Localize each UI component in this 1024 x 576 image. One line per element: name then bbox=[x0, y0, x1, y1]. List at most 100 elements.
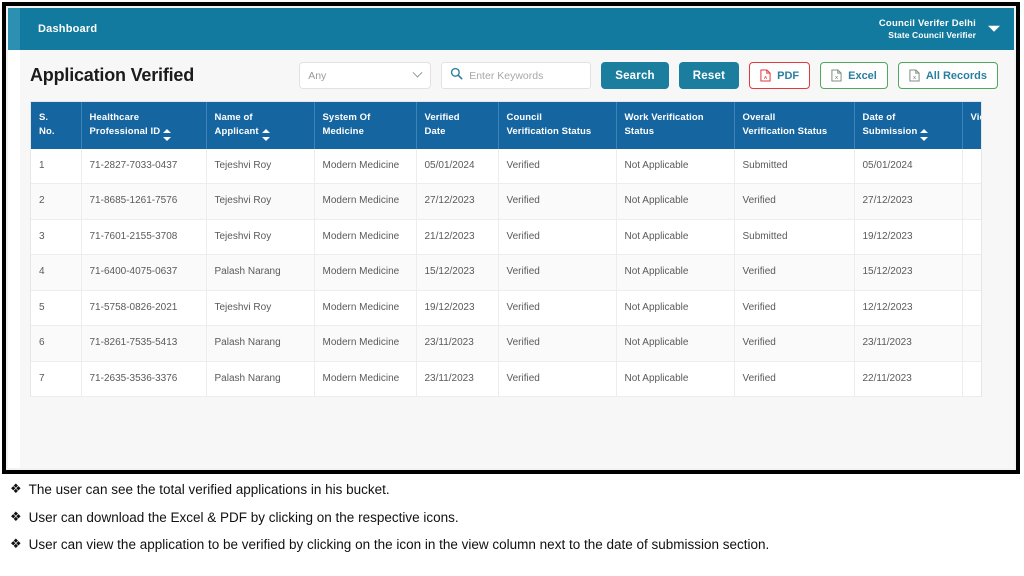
cell-verified-date: 21/12/2023 bbox=[416, 219, 499, 255]
note-text: User can view the application to be veri… bbox=[28, 537, 770, 553]
cell-system-of-medicine: Modern Medicine bbox=[314, 290, 417, 326]
cell-verified-date: 23/11/2023 bbox=[416, 325, 499, 362]
sidebar-rail-body bbox=[8, 50, 20, 468]
cell-date-of-submission: 23/11/2023 bbox=[854, 325, 963, 362]
cell-system-of-medicine: Modern Medicine bbox=[314, 254, 417, 291]
cell-work-verification-status: Not Applicable bbox=[616, 361, 735, 397]
cell-date-of-submission: 22/11/2023 bbox=[854, 361, 963, 397]
table-column-header: System Of Medicine bbox=[314, 102, 417, 149]
export-excel-label: Excel bbox=[848, 69, 877, 82]
cell-work-verification-status: Not Applicable bbox=[616, 183, 735, 220]
cell-serial-no: 3 bbox=[31, 219, 82, 255]
cell-view-action[interactable] bbox=[962, 361, 981, 397]
app-window: Dashboard Council Verifer Delhi State Co… bbox=[6, 6, 1016, 470]
diamond-bullet-icon: ❖ bbox=[10, 481, 22, 496]
cell-overall-verification-status: Verified bbox=[734, 361, 855, 397]
table-column-header[interactable]: Healthcare Professional ID bbox=[81, 102, 207, 149]
cell-council-verification-status: Verified bbox=[498, 361, 617, 397]
cell-healthcare-professional-id: 71-2635-3536-3376 bbox=[81, 361, 207, 397]
cell-system-of-medicine: Modern Medicine bbox=[314, 325, 417, 362]
column-label-line1: Date of bbox=[862, 112, 896, 123]
search-icon bbox=[450, 67, 463, 85]
user-name: Council Verifer Delhi bbox=[878, 17, 976, 29]
app-top-bar: Dashboard Council Verifer Delhi State Co… bbox=[8, 8, 1014, 50]
user-identity: Council Verifer Delhi State Council Veri… bbox=[879, 18, 976, 41]
cell-applicant-name: Palash Narang bbox=[206, 361, 315, 397]
cell-work-verification-status: Not Applicable bbox=[616, 219, 735, 255]
chevron-down-icon[interactable] bbox=[988, 26, 1000, 32]
cell-view-action[interactable] bbox=[962, 148, 981, 184]
cell-view-action[interactable] bbox=[962, 183, 981, 220]
search-input[interactable] bbox=[469, 69, 583, 82]
cell-applicant-name: Palash Narang bbox=[206, 254, 315, 291]
cell-serial-no: 7 bbox=[31, 361, 82, 397]
table-column-header[interactable]: Name of Applicant bbox=[206, 102, 315, 149]
cell-healthcare-professional-id: 71-5758-0826-2021 bbox=[81, 290, 207, 326]
cell-applicant-name: Tejeshvi Roy bbox=[206, 290, 315, 326]
cell-work-verification-status: Not Applicable bbox=[616, 325, 735, 362]
breadcrumb-dashboard[interactable]: Dashboard bbox=[38, 23, 97, 35]
cell-work-verification-status: Not Applicable bbox=[616, 148, 735, 184]
table-column-header: Work Verification Status bbox=[616, 102, 735, 149]
cell-date-of-submission: 19/12/2023 bbox=[854, 219, 963, 255]
filter-select[interactable]: Any bbox=[299, 62, 432, 89]
applications-table-container: S. No. Healthcare Professional ID Name of App… bbox=[30, 101, 982, 397]
table-row: 2 71-8685-1261-7576 Tejeshvi Roy Modern Med… bbox=[31, 183, 981, 220]
cell-applicant-name: Tejeshvi Roy bbox=[206, 219, 315, 255]
user-menu[interactable]: Council Verifer Delhi State Council Veri… bbox=[879, 18, 1000, 41]
cell-healthcare-professional-id: 71-8685-1261-7576 bbox=[81, 183, 207, 220]
cell-date-of-submission: 05/01/2024 bbox=[854, 148, 963, 184]
cell-date-of-submission: 12/12/2023 bbox=[854, 290, 963, 326]
chevron-down-icon bbox=[412, 67, 423, 78]
export-pdf-button[interactable]: A PDF bbox=[749, 62, 811, 89]
search-box[interactable] bbox=[441, 62, 592, 89]
export-excel-button[interactable]: X Excel bbox=[820, 62, 888, 89]
cell-date-of-submission: 27/12/2023 bbox=[854, 183, 963, 220]
cell-serial-no: 6 bbox=[31, 325, 82, 362]
cell-view-action[interactable] bbox=[962, 254, 981, 291]
table-row: 7 71-2635-3536-3376 Palash Narang Modern Me… bbox=[31, 361, 981, 397]
excel-file-icon: X bbox=[909, 69, 920, 82]
column-label-line2: Status bbox=[624, 126, 655, 138]
column-label-line1: Work Verification bbox=[624, 112, 704, 123]
column-label-line2: Verification Status bbox=[506, 126, 592, 138]
cell-verified-date: 05/01/2024 bbox=[416, 148, 499, 184]
column-label-line2: Applicant bbox=[214, 126, 270, 142]
cell-view-action[interactable] bbox=[962, 325, 981, 362]
cell-applicant-name: Palash Narang bbox=[206, 325, 315, 362]
cell-system-of-medicine: Modern Medicine bbox=[314, 361, 417, 397]
note-text: The user can see the total verified appl… bbox=[28, 482, 390, 497]
cell-view-action[interactable] bbox=[962, 219, 981, 255]
applications-table: S. No. Healthcare Professional ID Name of App… bbox=[31, 102, 981, 397]
all-records-button[interactable]: X All Records bbox=[897, 62, 998, 89]
export-pdf-label: PDF bbox=[777, 69, 800, 82]
reset-button[interactable]: Reset bbox=[678, 62, 740, 89]
table-header: S. No. Healthcare Professional ID Name of App… bbox=[31, 102, 981, 149]
table-row: 6 71-8261-7535-5413 Palash Narang Modern Me… bbox=[31, 325, 981, 362]
cell-overall-verification-status: Submitted bbox=[734, 148, 855, 184]
cell-verified-date: 27/12/2023 bbox=[416, 183, 499, 220]
table-row: 5 71-5758-0826-2021 Tejeshvi Roy Modern Med… bbox=[31, 290, 981, 326]
note-text: User can download the Excel & PDF by cli… bbox=[28, 509, 459, 525]
diamond-bullet-icon: ❖ bbox=[10, 508, 22, 524]
cell-overall-verification-status: Verified bbox=[734, 325, 855, 362]
excel-file-icon: X bbox=[831, 69, 842, 82]
svg-text:X: X bbox=[835, 75, 839, 80]
column-label-line1: Overall bbox=[742, 112, 776, 123]
table-column-header: S. No. bbox=[31, 102, 82, 149]
cell-system-of-medicine: Modern Medicine bbox=[314, 183, 417, 220]
cell-overall-verification-status: Verified bbox=[734, 183, 855, 220]
cell-view-action[interactable] bbox=[962, 290, 981, 326]
table-header-row: S. No. Healthcare Professional ID Name of App… bbox=[31, 102, 981, 149]
table-column-header[interactable]: Date of Submission bbox=[854, 102, 963, 149]
cell-council-verification-status: Verified bbox=[498, 254, 617, 291]
cell-system-of-medicine: Modern Medicine bbox=[314, 219, 417, 255]
column-label-line1: S. bbox=[39, 112, 49, 123]
column-label-line1: Verified bbox=[424, 112, 460, 123]
column-label-line2: Verification Status bbox=[742, 126, 828, 138]
search-button[interactable]: Search bbox=[601, 62, 669, 89]
cell-healthcare-professional-id: 71-2827-7033-0437 bbox=[81, 148, 207, 184]
table-row: 1 71-2827-7033-0437 Tejeshvi Roy Modern Med… bbox=[31, 148, 981, 184]
cell-council-verification-status: Verified bbox=[498, 219, 617, 255]
cell-council-verification-status: Verified bbox=[498, 148, 617, 184]
